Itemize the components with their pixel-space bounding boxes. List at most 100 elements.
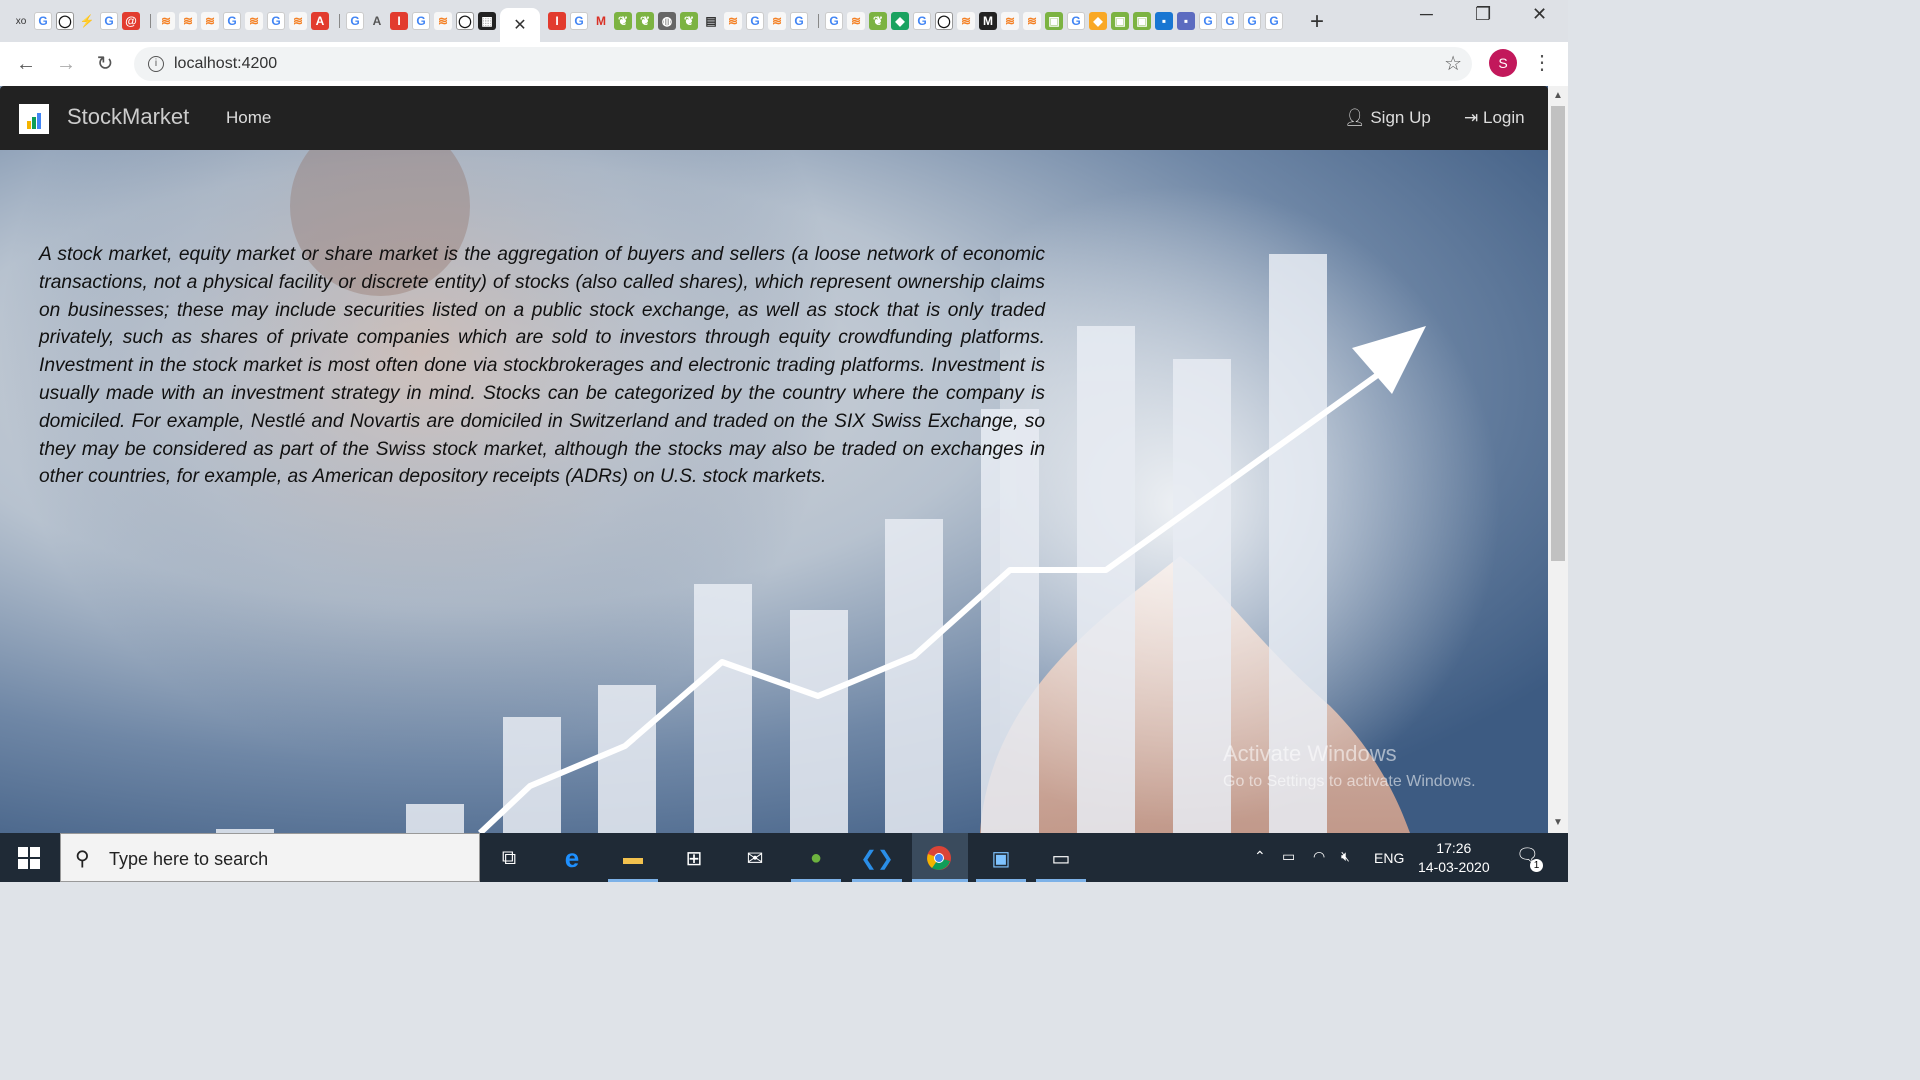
url-text[interactable]: localhost:4200 (174, 55, 277, 73)
stackoverflow-tab-icon[interactable]: ≋ (1023, 12, 1041, 30)
stackoverflow-tab-icon[interactable]: ≋ (289, 12, 307, 30)
battery-icon[interactable]: ▭ (1282, 848, 1295, 865)
google-tab-icon[interactable]: G (790, 12, 808, 30)
windows-start-icon[interactable] (18, 847, 40, 869)
tab-favicon-dark[interactable]: ▦ (478, 12, 496, 30)
tab-favicon-a[interactable]: A (368, 12, 386, 30)
tab-favicon-green[interactable]: ▣ (1045, 12, 1063, 30)
google-tab-icon[interactable]: G (1199, 12, 1217, 30)
angular-tab-icon[interactable]: A (311, 12, 329, 30)
volume-muted-icon[interactable]: 🔇︎ (1341, 848, 1350, 865)
scroll-down-icon[interactable]: ▼ (1553, 817, 1563, 828)
google-tab-icon[interactable]: G (746, 12, 764, 30)
nav-login-link[interactable]: ⇥ Login (1464, 108, 1525, 128)
mail-icon[interactable]: ✉ (740, 843, 770, 873)
tab-favicon-red[interactable]: @ (122, 12, 140, 30)
more-tab-favicons[interactable]: I G M ❦ ❦ ◍ ❦ ▤ ≋ G ≋ G G ≋ ❦ ◆ G ◯ ≋ M … (540, 0, 1287, 42)
edge-browser-icon[interactable]: e (557, 843, 587, 873)
address-bar[interactable]: i localhost:4200 ☆ (134, 47, 1472, 81)
google-tab-icon[interactable]: G (1265, 12, 1283, 30)
profile-avatar[interactable]: S (1489, 49, 1517, 77)
stockmarket-logo-icon[interactable] (19, 104, 49, 134)
close-window-button[interactable]: ✕ (1532, 4, 1547, 25)
google-tab-icon[interactable]: G (825, 12, 843, 30)
tray-chevron-icon[interactable]: ⌃ (1254, 848, 1266, 865)
forward-arrow-icon[interactable]: → (52, 50, 80, 78)
google-tab-icon[interactable]: G (412, 12, 430, 30)
globe-tab-icon[interactable]: ◍ (658, 12, 676, 30)
bolt-tab-icon[interactable]: ⚡ (78, 12, 96, 30)
stackoverflow-tab-icon[interactable]: ≋ (768, 12, 786, 30)
book-tab-icon[interactable]: ▤ (702, 12, 720, 30)
google-tab-icon[interactable]: G (223, 12, 241, 30)
github-tab-icon[interactable]: ◯ (456, 12, 474, 30)
back-arrow-icon[interactable]: ← (12, 50, 40, 78)
google-tab-icon[interactable]: G (913, 12, 931, 30)
wifi-icon[interactable]: ◠ (1313, 848, 1325, 865)
stackoverflow-tab-icon[interactable]: ≋ (434, 12, 452, 30)
github-tab-icon[interactable]: ◯ (935, 12, 953, 30)
leaf-tab-icon[interactable]: ❦ (680, 12, 698, 30)
google-tab-icon[interactable]: G (267, 12, 285, 30)
browser-menu-icon[interactable]: ⋮ (1532, 50, 1552, 75)
file-explorer-icon[interactable]: ▬ (618, 843, 648, 873)
leaf-tab-icon[interactable]: ❦ (614, 12, 632, 30)
stackoverflow-tab-icon[interactable]: ≋ (1001, 12, 1019, 30)
chrome-icon[interactable] (924, 843, 954, 873)
tab-favicon-green[interactable]: ▣ (1133, 12, 1151, 30)
stackoverflow-tab-icon[interactable]: ≋ (245, 12, 263, 30)
restore-button[interactable]: ❐ (1475, 4, 1491, 25)
tab-favicon-i[interactable]: I (390, 12, 408, 30)
active-tab[interactable]: ✕ (500, 8, 540, 42)
tab-favicon-orange[interactable]: ◆ (1089, 12, 1107, 30)
stackoverflow-tab-icon[interactable]: ≋ (847, 12, 865, 30)
reload-icon[interactable]: ↻ (91, 50, 119, 78)
gmail-tab-icon[interactable]: M (592, 12, 610, 30)
clock-date: 14-03-2020 (1418, 859, 1490, 875)
github-tab-icon[interactable]: ◯ (56, 12, 74, 30)
taskbar-search-box[interactable]: ⚲ Type here to search (60, 833, 480, 882)
stock-market-description: A stock market, equity market or share m… (39, 244, 1045, 488)
brand-link[interactable]: StockMarket (67, 104, 189, 130)
leaf-tab-icon[interactable]: ❦ (636, 12, 654, 30)
shield-tab-icon[interactable]: ◆ (891, 12, 909, 30)
google-tab-icon[interactable]: G (100, 12, 118, 30)
google-tab-icon[interactable]: G (34, 12, 52, 30)
google-tab-icon[interactable]: G (346, 12, 364, 30)
close-tab-icon[interactable]: ✕ (513, 15, 526, 35)
tab-favicon-i[interactable]: I (548, 12, 566, 30)
taskbar-clock[interactable]: 17:26 14-03-2020 (1418, 839, 1490, 877)
input-language[interactable]: ENG (1374, 850, 1404, 866)
site-info-icon[interactable]: i (148, 56, 164, 72)
stackoverflow-tab-icon[interactable]: ≋ (157, 12, 175, 30)
new-tab-button[interactable]: + (1310, 8, 1324, 36)
tab-favicon-xo[interactable]: xo (12, 12, 30, 30)
page-scrollbar[interactable]: ▲ ▼ (1548, 86, 1568, 833)
leaf-tab-icon[interactable]: ❦ (869, 12, 887, 30)
tab-favicon-green[interactable]: ▣ (1111, 12, 1129, 30)
bookmark-star-icon[interactable]: ☆ (1444, 51, 1462, 76)
google-tab-icon[interactable]: G (1243, 12, 1261, 30)
scroll-up-icon[interactable]: ▲ (1553, 90, 1563, 101)
tab-favicon-purple[interactable]: ▪ (1177, 12, 1195, 30)
vscode-icon[interactable]: ❮❯ (860, 843, 894, 873)
remote-desktop-icon[interactable]: ▣ (986, 843, 1016, 873)
google-tab-icon[interactable]: G (1221, 12, 1239, 30)
store-icon[interactable]: ⊞ (679, 843, 709, 873)
stackoverflow-tab-icon[interactable]: ≋ (179, 12, 197, 30)
command-prompt-icon[interactable]: ▭ (1046, 843, 1076, 873)
google-tab-icon[interactable]: G (570, 12, 588, 30)
pinned-tab-favicons[interactable]: xo G ◯ ⚡ G @ ≋ ≋ ≋ G ≋ G ≋ A G A I G ≋ ◯… (0, 0, 500, 42)
stackoverflow-tab-icon[interactable]: ≋ (201, 12, 219, 30)
tab-favicon-blue[interactable]: ▪ (1155, 12, 1173, 30)
minimize-button[interactable]: ─ (1420, 4, 1433, 25)
nav-home-link[interactable]: Home (226, 108, 271, 128)
spring-tool-suite-icon[interactable]: ● (801, 843, 831, 873)
stackoverflow-tab-icon[interactable]: ≋ (724, 12, 742, 30)
nav-signup-link[interactable]: 👤︎ Sign Up (1344, 108, 1431, 128)
google-tab-icon[interactable]: G (1067, 12, 1085, 30)
stackoverflow-tab-icon[interactable]: ≋ (957, 12, 975, 30)
scrollbar-thumb[interactable] (1551, 106, 1565, 561)
medium-tab-icon[interactable]: M (979, 12, 997, 30)
task-view-icon[interactable]: ⧉ (494, 843, 524, 873)
